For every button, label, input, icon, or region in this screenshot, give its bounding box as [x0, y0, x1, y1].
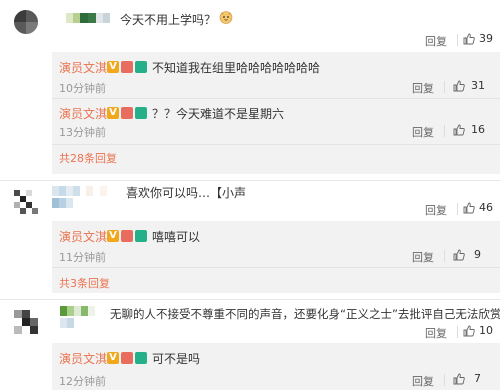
like-count: 10	[479, 324, 493, 337]
reply-list: 演员文淇 V 不知道我在组里哈哈哈哈哈哈哈 10分钟前 回复 31 演员文淇 V…	[52, 52, 500, 174]
like-icon[interactable]	[463, 33, 475, 45]
like-count: 9	[474, 248, 481, 261]
more-replies-link[interactable]: 共3条回复	[59, 275, 110, 291]
reply-button[interactable]: 回复	[425, 33, 447, 49]
like-icon[interactable]	[463, 202, 475, 214]
like-icon[interactable]	[453, 373, 465, 385]
reply-button[interactable]: 回复	[412, 373, 434, 389]
like-count: 39	[479, 32, 493, 45]
fan-badge-icon	[135, 352, 147, 364]
reply-button[interactable]: 回复	[425, 325, 447, 341]
reply-button[interactable]: 回复	[412, 80, 434, 96]
member-badge-icon	[121, 61, 133, 73]
verified-badge-icon: V	[107, 230, 119, 242]
more-replies-link[interactable]: 共28条回复	[59, 150, 117, 166]
reply-author[interactable]: 演员文淇	[59, 59, 107, 76]
fan-badge-icon	[135, 107, 147, 119]
reply-text: 嘻嘻可以	[152, 230, 201, 244]
like-count: 46	[479, 201, 493, 214]
action-separator	[457, 34, 458, 46]
reply-time: 13分钟前	[59, 126, 106, 139]
verified-badge-icon: V	[107, 61, 119, 73]
reply-time: 12分钟前	[59, 375, 106, 388]
avatar[interactable]	[14, 310, 38, 334]
reply-button[interactable]: 回复	[425, 202, 447, 218]
action-separator	[444, 374, 445, 386]
reply-text: 不知道我在组里哈哈哈哈哈哈哈	[152, 61, 321, 75]
member-badge-icon	[121, 230, 133, 242]
like-icon[interactable]	[453, 124, 465, 136]
username-mosaic[interactable]	[60, 306, 108, 316]
reply-list: 演员文淇 V 嘻嘻可以 11分钟前 回复 9 共3条回复	[52, 221, 500, 293]
emoji-icon	[219, 10, 233, 24]
comment-text: 喜欢你可以吗…【小声	[126, 186, 247, 200]
username-mosaic[interactable]	[52, 186, 120, 196]
member-badge-icon	[121, 107, 133, 119]
comment-divider	[0, 180, 500, 181]
fan-badge-icon	[135, 230, 147, 242]
verified-badge-icon: V	[107, 352, 119, 364]
member-badge-icon	[121, 352, 133, 364]
reply-divider	[52, 98, 500, 99]
reply-author[interactable]: 演员文淇	[59, 228, 107, 245]
reply-author[interactable]: 演员文淇	[59, 350, 107, 367]
username-mosaic[interactable]	[66, 13, 112, 23]
verified-badge-icon: V	[107, 107, 119, 119]
reply-time: 10分钟前	[59, 82, 106, 95]
like-icon[interactable]	[453, 249, 465, 261]
reply-author[interactable]: 演员文淇	[59, 105, 107, 122]
like-count: 31	[471, 79, 485, 92]
reply-divider	[52, 267, 500, 268]
username-mosaic	[52, 198, 92, 208]
action-separator	[444, 125, 445, 137]
reply-divider	[52, 144, 500, 145]
avatar[interactable]	[14, 190, 38, 214]
like-count: 16	[471, 123, 485, 136]
username-mosaic	[60, 318, 80, 328]
like-icon[interactable]	[463, 325, 475, 337]
action-separator	[444, 250, 445, 262]
reply-text: 可不是吗	[152, 352, 201, 366]
avatar[interactable]	[14, 10, 38, 34]
comment-text: 今天不用上学吗？	[120, 13, 217, 27]
action-separator	[444, 81, 445, 93]
fan-badge-icon	[135, 61, 147, 73]
reply-list: 演员文淇 V 可不是吗 12分钟前 回复 7	[52, 343, 500, 390]
like-icon[interactable]	[453, 80, 465, 92]
comment-divider	[0, 299, 500, 300]
action-separator	[457, 326, 458, 338]
comment-text: 无聊的人不接受不尊重不同的声音，还要化身“正义之士”去批评自己无法欣赏的。	[110, 307, 500, 321]
reply-text: ？？今天难道不是星期六	[152, 107, 285, 121]
like-count: 7	[474, 372, 481, 385]
reply-button[interactable]: 回复	[412, 249, 434, 265]
reply-time: 11分钟前	[59, 251, 106, 264]
reply-button[interactable]: 回复	[412, 124, 434, 140]
action-separator	[457, 203, 458, 215]
